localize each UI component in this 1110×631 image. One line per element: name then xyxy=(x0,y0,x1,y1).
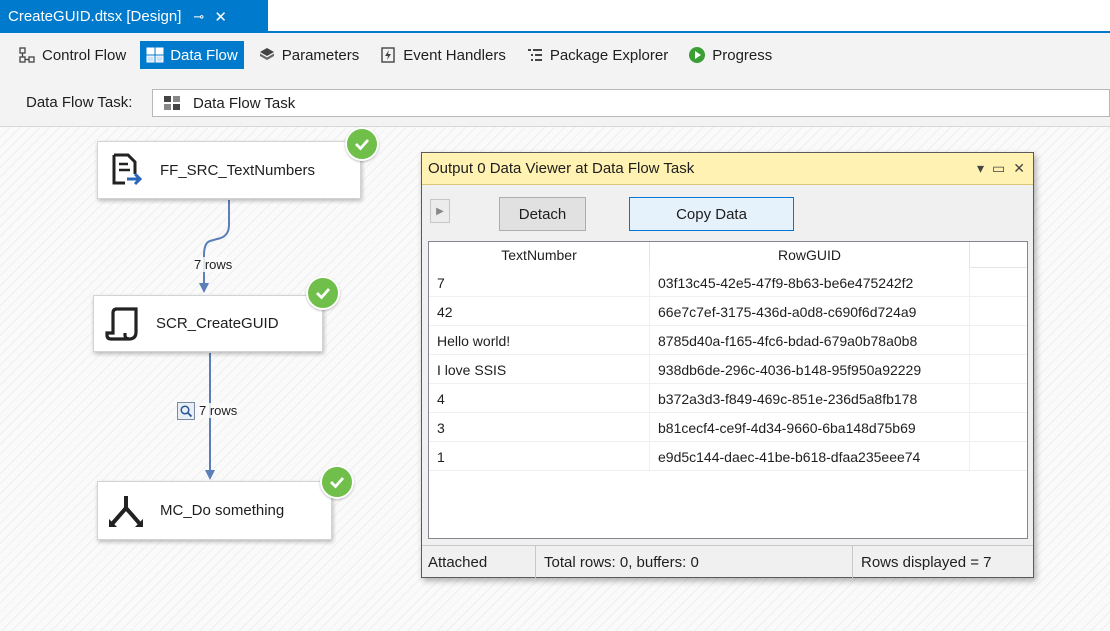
table-row[interactable]: 4 b372a3d3-f849-469c-851e-236d5a8fb178 xyxy=(429,384,1027,413)
path-row-count-label-1: 7 rows xyxy=(194,257,233,272)
event-handlers-icon xyxy=(379,46,397,64)
status-totals: Total rows: 0, buffers: 0 xyxy=(536,546,853,578)
cell-textnumber: 3 xyxy=(429,413,650,442)
cell-rowguid: b81cecf4-ce9f-4d34-9660-6ba148d75b69 xyxy=(650,413,970,442)
continue-play-button[interactable]: ▶ xyxy=(430,199,450,223)
component-name: FF_SRC_TextNumbers xyxy=(160,161,316,179)
flat-file-source-icon xyxy=(106,150,146,190)
data-viewer-window: Output 0 Data Viewer at Data Flow Task ▾… xyxy=(421,152,1034,578)
table-row[interactable]: Hello world! 8785d40a-f165-4fc6-bdad-679… xyxy=(429,326,1027,355)
column-header-textnumber[interactable]: TextNumber xyxy=(429,242,650,268)
path-arrow-1 xyxy=(199,283,209,293)
table-row[interactable]: 42 66e7c7ef-3175-436d-a0d8-c690f6d724a9 xyxy=(429,297,1027,326)
data-grid[interactable]: TextNumber RowGUID 7 03f13c45-42e5-47f9-… xyxy=(428,241,1028,539)
progress-icon xyxy=(688,46,706,64)
task-selector-value: Data Flow Task xyxy=(193,94,296,112)
task-selector-bar: Data Flow Task: Data Flow Task xyxy=(0,77,1110,127)
tab-data-flow[interactable]: Data Flow xyxy=(140,41,244,69)
path-row-count-label-2: 7 rows xyxy=(199,403,238,418)
cell-textnumber: 4 xyxy=(429,384,650,413)
table-row[interactable]: 1 e9d5c144-daec-41be-b618-dfaa235eee74 xyxy=(429,442,1027,471)
component-name: MC_Do something xyxy=(160,502,285,519)
tab-package-explorer-label: Package Explorer xyxy=(549,46,669,64)
status-rows-displayed: Rows displayed = 7 xyxy=(861,553,992,571)
grid-header: TextNumber RowGUID xyxy=(429,242,1027,268)
document-tab-bar: CreateGUID.dtsx [Design] ⊸ ✕ xyxy=(0,0,1110,33)
path-arrow-2 xyxy=(205,470,215,480)
task-selector-dropdown[interactable]: Data Flow Task xyxy=(152,89,1110,117)
data-viewer-statusbar: Attached Total rows: 0, buffers: 0 Rows … xyxy=(422,545,1033,578)
window-controls: ▾ ▭ ✕ xyxy=(977,160,1025,177)
component-mc-do-something[interactable]: MC_Do something xyxy=(97,481,332,540)
status-attached: Attached xyxy=(422,546,536,578)
cell-textnumber: Hello world! xyxy=(429,326,650,355)
parameters-icon xyxy=(258,46,276,64)
cell-rowguid: b372a3d3-f849-469c-851e-236d5a8fb178 xyxy=(650,384,970,413)
data-flow-icon xyxy=(146,46,164,64)
column-header-rowguid[interactable]: RowGUID xyxy=(650,242,970,268)
component-name: SCR_CreateGUID xyxy=(156,315,279,332)
detach-button[interactable]: Detach xyxy=(499,197,586,231)
play-icon: ▶ xyxy=(436,205,444,217)
cell-textnumber: 42 xyxy=(429,297,650,326)
tab-progress[interactable]: Progress xyxy=(682,41,778,69)
dropdown-arrow-icon[interactable]: ▾ xyxy=(977,160,984,177)
cell-textnumber: 1 xyxy=(429,442,650,471)
pin-icon[interactable]: ⊸ xyxy=(193,9,204,25)
component-scr-createguid[interactable]: SCR_CreateGUID xyxy=(93,295,323,352)
component-ff-src-textnumbers[interactable]: FF_SRC_TextNumbers xyxy=(97,141,361,199)
success-check-icon xyxy=(306,276,340,310)
cell-textnumber: 7 xyxy=(429,268,650,297)
copy-data-button[interactable]: Copy Data xyxy=(629,197,794,231)
cell-rowguid: e9d5c144-daec-41be-b618-dfaa235eee74 xyxy=(650,442,970,471)
data-viewer-title: Output 0 Data Viewer at Data Flow Task xyxy=(428,160,695,177)
cell-rowguid: 03f13c45-42e5-47f9-8b63-be6e475242f2 xyxy=(650,268,970,297)
tab-package-explorer[interactable]: Package Explorer xyxy=(520,41,674,69)
close-icon[interactable]: ✕ xyxy=(214,8,227,26)
task-selector-label: Data Flow Task: xyxy=(26,94,133,111)
tab-parameters[interactable]: Parameters xyxy=(252,41,366,69)
data-flow-task-icon xyxy=(163,95,181,111)
designer-tabs: Control Flow Data Flow Parameters Event … xyxy=(0,33,1110,77)
document-tab[interactable]: CreateGUID.dtsx [Design] ⊸ ✕ xyxy=(0,0,268,33)
close-icon[interactable]: ✕ xyxy=(1013,160,1025,177)
multicast-icon xyxy=(106,491,146,531)
tab-progress-label: Progress xyxy=(712,46,773,64)
tab-event-handlers[interactable]: Event Handlers xyxy=(373,41,512,69)
data-viewer-titlebar[interactable]: Output 0 Data Viewer at Data Flow Task ▾… xyxy=(422,153,1033,185)
tab-control-flow[interactable]: Control Flow xyxy=(12,41,132,69)
table-row[interactable]: I love SSIS 938db6de-296c-4036-b148-95f9… xyxy=(429,355,1027,384)
control-flow-icon xyxy=(18,46,36,64)
data-viewer-toolbar: ▶ Detach Copy Data xyxy=(422,185,1033,233)
cell-textnumber: I love SSIS xyxy=(429,355,650,384)
data-viewer-magnifier-icon[interactable] xyxy=(177,402,195,420)
cell-rowguid: 66e7c7ef-3175-436d-a0d8-c690f6d724a9 xyxy=(650,297,970,326)
tab-data-flow-label: Data Flow xyxy=(170,46,238,64)
tab-control-flow-label: Control Flow xyxy=(42,46,127,64)
path-line-1[interactable] xyxy=(203,200,230,285)
package-explorer-icon xyxy=(526,46,544,64)
document-tab-title: CreateGUID.dtsx [Design] xyxy=(8,8,182,25)
table-row[interactable]: 7 03f13c45-42e5-47f9-8b63-be6e475242f2 xyxy=(429,268,1027,297)
success-check-icon xyxy=(320,465,354,499)
maximize-icon[interactable]: ▭ xyxy=(992,160,1005,177)
tab-event-handlers-label: Event Handlers xyxy=(403,46,506,64)
table-row[interactable]: 3 b81cecf4-ce9f-4d34-9660-6ba148d75b69 xyxy=(429,413,1027,442)
cell-rowguid: 8785d40a-f165-4fc6-bdad-679a0b78a0b8 xyxy=(650,326,970,355)
cell-rowguid: 938db6de-296c-4036-b148-95f950a92229 xyxy=(650,355,970,384)
success-check-icon xyxy=(345,127,379,161)
script-component-icon xyxy=(102,304,142,344)
tab-parameters-label: Parameters xyxy=(281,46,360,64)
